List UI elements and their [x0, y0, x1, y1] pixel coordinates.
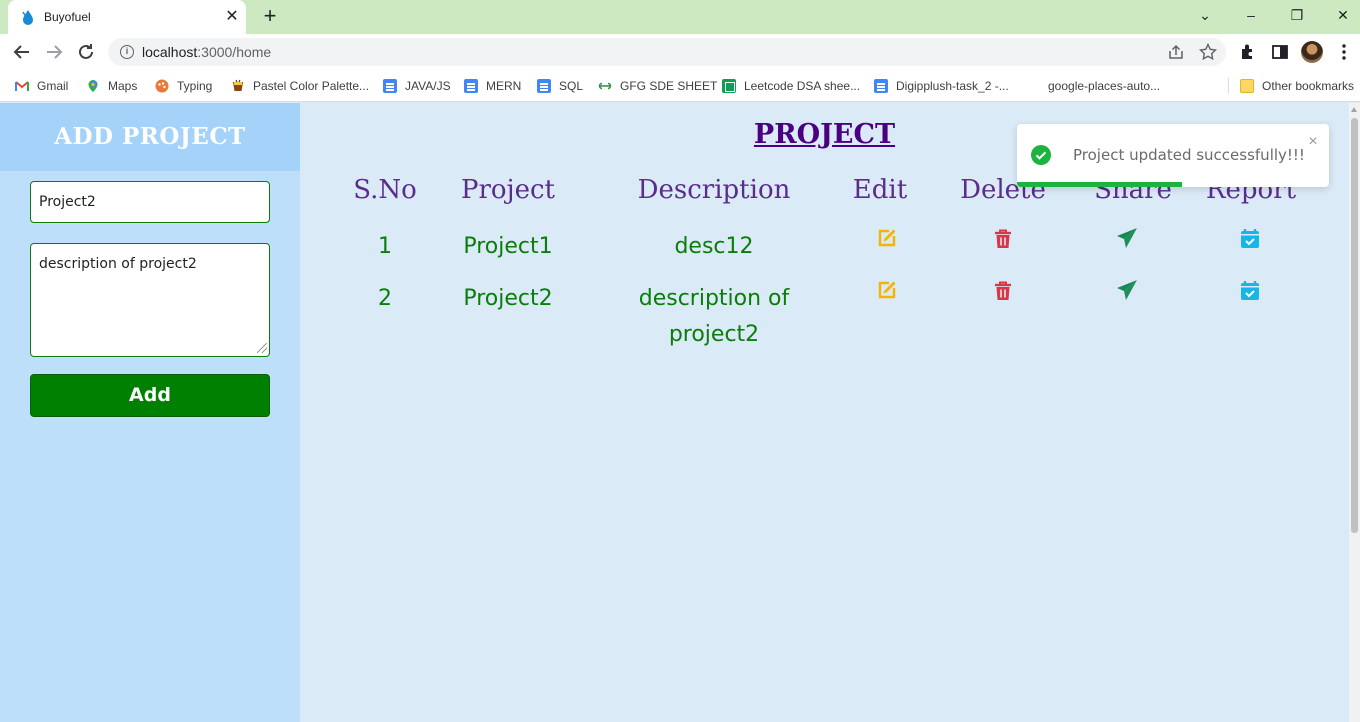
url-text: localhost:3000/home: [142, 44, 272, 60]
share-page-icon[interactable]: [1166, 42, 1186, 62]
doc-icon: [874, 79, 888, 93]
edit-icon[interactable]: [875, 226, 899, 250]
blank-icon: [1026, 79, 1040, 93]
add-project-sidebar: ADD PROJECT description of project2 Add: [0, 103, 300, 722]
restore-icon[interactable]: ❐: [1283, 4, 1311, 26]
cell-description: description of project2: [638, 286, 790, 347]
column-header-description: Description: [637, 175, 791, 205]
tab-search-icon[interactable]: ⌄: [1191, 4, 1219, 26]
doc-icon: [383, 79, 397, 93]
new-tab-button[interactable]: +: [258, 5, 282, 29]
gmail-icon: [15, 81, 29, 91]
column-header-sno: S.No: [353, 175, 417, 205]
palette-icon: [233, 79, 243, 91]
add-button[interactable]: Add: [30, 374, 270, 417]
delete-icon[interactable]: [991, 279, 1015, 303]
toast-message: Project updated successfully!!!: [1073, 146, 1305, 164]
toast-progress-bar: [1017, 182, 1183, 187]
reload-icon[interactable]: [74, 40, 98, 64]
bookmark-mern[interactable]: MERN: [464, 77, 521, 95]
scroll-up-arrow-icon[interactable]: [1351, 107, 1357, 112]
browser-tab-bar: Buyofuel ✕ + ⌄ – ❐ ✕: [0, 0, 1360, 34]
doc-icon: [537, 79, 551, 93]
bookmark-java-js[interactable]: JAVA/JS: [383, 77, 451, 95]
other-bookmarks[interactable]: Other bookmarks: [1240, 77, 1354, 95]
report-calendar-icon[interactable]: [1238, 279, 1262, 303]
forward-icon[interactable]: [42, 40, 66, 64]
window-close-icon[interactable]: ✕: [1329, 4, 1357, 26]
cell-sno: 2: [378, 286, 392, 311]
bookmark-leetcode[interactable]: Leetcode DSA shee...: [722, 77, 860, 95]
project-name-input[interactable]: [30, 181, 270, 223]
tab-close-icon[interactable]: ✕: [222, 7, 242, 27]
sidebar-header: ADD PROJECT: [0, 103, 300, 171]
bookmark-maps[interactable]: Maps: [86, 77, 137, 95]
folder-icon: [1240, 79, 1254, 93]
tab-title: Buyofuel: [44, 10, 91, 24]
bookmarks-bar: Gmail Maps Typing Pastel Color Palette..…: [0, 70, 1360, 102]
back-icon[interactable]: [10, 40, 34, 64]
maps-icon: [88, 80, 98, 92]
browser-menu-icon[interactable]: [1333, 41, 1355, 63]
share-icon[interactable]: [1115, 226, 1139, 250]
cell-project: Project1: [463, 234, 553, 259]
bookmark-sql[interactable]: SQL: [537, 77, 583, 95]
side-panel-icon[interactable]: [1269, 41, 1291, 63]
cell-sno: 1: [378, 234, 392, 259]
toast-close-icon[interactable]: ×: [1305, 134, 1321, 150]
browser-toolbar: i localhost:3000/home: [0, 34, 1360, 70]
doc-icon: [464, 79, 478, 93]
bookmark-pastel-palette[interactable]: Pastel Color Palette...: [231, 77, 369, 95]
site-info-icon[interactable]: i: [120, 45, 134, 59]
bookmark-gmail[interactable]: Gmail: [15, 77, 68, 95]
bookmarks-separator: [1228, 78, 1229, 94]
report-calendar-icon[interactable]: [1238, 227, 1262, 251]
bookmark-digipplush[interactable]: Digipplush-task_2 -...: [874, 77, 1009, 95]
delete-icon[interactable]: [991, 227, 1015, 251]
success-toast: Project updated successfully!!! ×: [1017, 124, 1329, 187]
cell-description: desc12: [674, 234, 754, 259]
scroll-thumb[interactable]: [1351, 118, 1358, 533]
cell-project: Project2: [463, 286, 553, 311]
extensions-icon[interactable]: [1237, 41, 1259, 63]
minimize-icon[interactable]: –: [1237, 4, 1265, 26]
project-description-textarea[interactable]: description of project2: [30, 243, 270, 357]
share-icon[interactable]: [1115, 278, 1139, 302]
project-main: PROJECT S.No Project Description Edit De…: [300, 103, 1349, 722]
gfg-icon: [598, 82, 612, 90]
address-bar[interactable]: i localhost:3000/home: [108, 38, 1226, 66]
browser-tab[interactable]: Buyofuel ✕: [8, 0, 246, 34]
column-header-edit: Edit: [852, 175, 908, 205]
textarea-resize-grip[interactable]: [257, 343, 267, 353]
buyofuel-favicon-icon: [22, 10, 33, 25]
bookmark-star-icon[interactable]: [1198, 42, 1218, 62]
bookmark-gfg[interactable]: GFG SDE SHEET: [598, 77, 717, 95]
column-header-project: Project: [460, 175, 556, 205]
typing-icon: [155, 79, 169, 93]
sidebar-title: ADD PROJECT: [54, 123, 246, 150]
sheet-icon: [722, 79, 736, 93]
bookmark-typing[interactable]: Typing: [155, 77, 212, 95]
edit-icon[interactable]: [875, 278, 899, 302]
bookmark-google-places[interactable]: google-places-auto...: [1026, 77, 1160, 95]
success-check-icon: [1031, 145, 1051, 165]
profile-avatar[interactable]: [1301, 41, 1323, 63]
page-scrollbar[interactable]: [1349, 103, 1360, 722]
